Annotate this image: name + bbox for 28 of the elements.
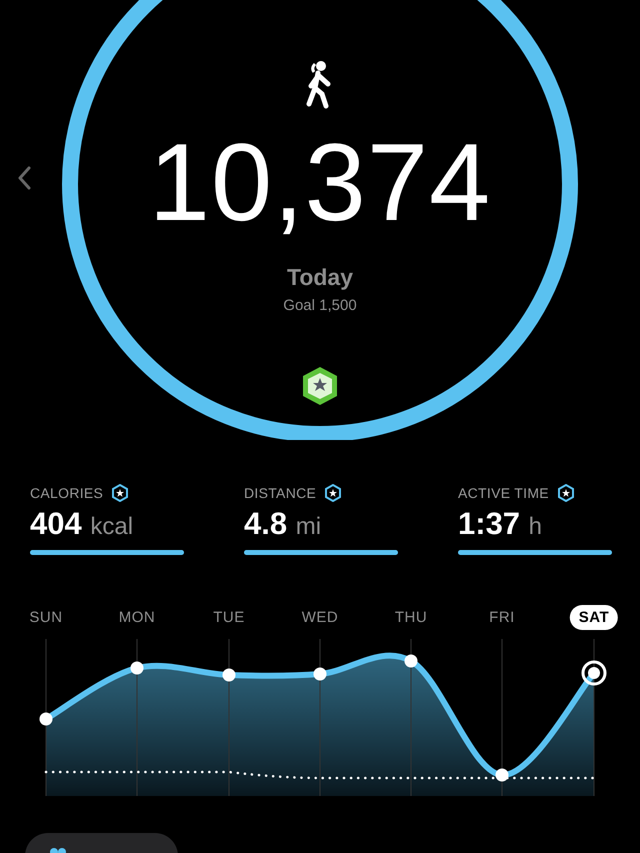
- metric-label: ACTIVE TIME: [458, 485, 549, 501]
- star-badge-icon: [324, 484, 342, 502]
- day-tab[interactable]: SUN: [20, 605, 72, 630]
- metric-label: DISTANCE: [244, 485, 316, 501]
- period-label: Today: [286, 264, 354, 291]
- star-badge-icon[interactable]: [301, 366, 339, 406]
- day-tab[interactable]: MON: [110, 605, 164, 630]
- day-tab[interactable]: SAT: [570, 605, 618, 630]
- metric-label: CALORIES: [30, 485, 104, 501]
- day-tab[interactable]: WED: [292, 605, 348, 630]
- goal-label: Goal 1,500: [283, 297, 357, 314]
- metric-value: 1:37 h: [458, 506, 544, 542]
- step-count: 10,374: [148, 128, 492, 238]
- data-point[interactable]: [404, 654, 418, 668]
- star-badge-icon: [556, 484, 575, 502]
- data-point[interactable]: [40, 712, 52, 726]
- data-point[interactable]: [496, 768, 508, 782]
- data-point[interactable]: [222, 668, 236, 682]
- data-point[interactable]: [130, 662, 144, 674]
- day-tab[interactable]: THU: [386, 605, 436, 630]
- data-point[interactable]: [314, 668, 326, 680]
- metric-value: 404 kcal: [30, 506, 134, 542]
- metric-value: 4.8 mi: [244, 506, 322, 542]
- selected-data-point[interactable]: [582, 660, 606, 686]
- back-chevron-icon[interactable]: [17, 166, 31, 190]
- day-tab[interactable]: TUE: [204, 605, 254, 630]
- star-badge-icon: [111, 484, 130, 502]
- day-tab[interactable]: FRI: [480, 605, 524, 630]
